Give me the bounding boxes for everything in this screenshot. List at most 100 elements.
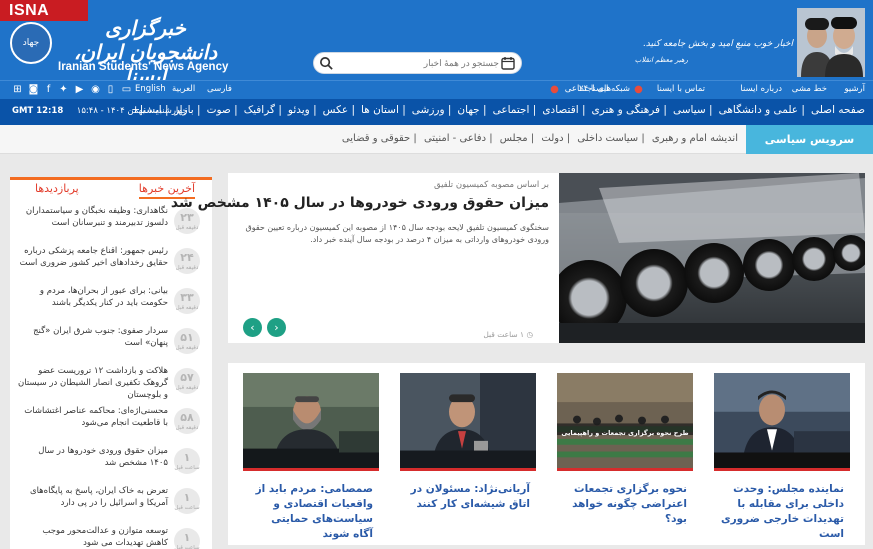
featured-news[interactable]: بر اساس مصوبه کمیسیون تلفیق میزان حقوق و… bbox=[171, 173, 865, 343]
calendar-icon[interactable] bbox=[501, 56, 515, 70]
search-box[interactable] bbox=[313, 52, 522, 74]
latest-news-item[interactable]: ۵۸ دقیقه قبل محسنی‌اژه‌ای: محاکمه عناصر اغ… bbox=[10, 403, 212, 443]
slider-prev-button[interactable]: ‹ bbox=[243, 318, 262, 337]
nav-economy[interactable]: اقتصادی bbox=[542, 104, 578, 116]
featured-lead: سخنگوی کمیسیون تلفیق لایحه بودجه سال ۱۴۰… bbox=[245, 223, 550, 244]
nav-provinces[interactable]: استان ها bbox=[361, 104, 399, 116]
rss-icon[interactable]: ⊞ bbox=[12, 84, 23, 95]
featured-kicker: بر اساس مصوبه کمیسیون تلفیق bbox=[434, 180, 549, 190]
sub-nav-items: اندیشه امام و رهبری | سیاست داخلی | دولت… bbox=[341, 133, 738, 144]
agency-name-en[interactable]: Iranian Students' News Agency bbox=[58, 61, 228, 73]
time-badge-unit: دقیقه قبل bbox=[175, 345, 199, 351]
tab-most-viewed[interactable]: پربازدیدها bbox=[35, 182, 79, 195]
lang-persian[interactable]: فارسی bbox=[207, 84, 232, 94]
date-time: GMT 12:18 چهارشنبه ۱ بهمن ۱۴۰۴ - ۱۵:۴۸ bbox=[12, 106, 188, 116]
agency-name-fa[interactable]: خبرگزاری دانشجویان ایران، ایسنا bbox=[58, 16, 233, 88]
latest-news-title[interactable]: محسنی‌اژه‌ای: محاکمه عناصر اغتشاشات با ق… bbox=[18, 405, 168, 429]
share-icon: ● bbox=[634, 84, 643, 95]
news-card-title[interactable]: نحوه برگزاری تجمعات اعتراضی چگونه خواهد … bbox=[557, 482, 693, 527]
time-badge-number: ۲۴ bbox=[180, 251, 194, 264]
subnav-domestic[interactable]: سیاست داخلی bbox=[577, 133, 638, 144]
site-header: ISNA جهاد خبرگزاری دانشجویان ایران، ایسن… bbox=[0, 0, 873, 88]
latest-news-item[interactable]: ۵۷ دقیقه قبل هلاکت و بازداشت ۱۲ تروریست عض… bbox=[10, 363, 212, 403]
news-card-title[interactable]: آریانی‌نژاد: مسئولان در اتاق شیشه‌ای کار… bbox=[400, 482, 536, 512]
twitter-icon[interactable]: ✦ bbox=[58, 84, 69, 95]
service-title[interactable]: سرویس سیاسی bbox=[746, 125, 873, 154]
facebook-icon[interactable]: f bbox=[43, 84, 54, 95]
subnav-government[interactable]: دولت bbox=[541, 133, 563, 144]
agency-emblem-icon[interactable]: جهاد bbox=[10, 22, 52, 64]
latest-news-title[interactable]: سردار صفوی: جنوب شرق ایران «گنج پنهان» ا… bbox=[18, 325, 168, 349]
latest-news-title[interactable]: تعرض به خاک ایران، پاسخ به پایگاه‌های آم… bbox=[18, 485, 168, 509]
latest-news-item[interactable]: ۵۱ دقیقه قبل سردار صفوی: جنوب شرق ایران «گ… bbox=[10, 323, 212, 363]
latest-news-title[interactable]: بیانی: برای عبور از بحران‌ها، مردم و حکو… bbox=[18, 285, 168, 309]
nav-graphic[interactable]: گرافیک bbox=[244, 104, 275, 116]
news-card-image[interactable] bbox=[243, 373, 379, 471]
news-card[interactable]: آریانی‌نژاد: مسئولان در اتاق شیشه‌ای کار… bbox=[400, 373, 536, 512]
nav-society[interactable]: اجتماعی bbox=[493, 104, 530, 116]
time-badge: ۲۴ دقیقه قبل bbox=[174, 248, 200, 274]
policy-link[interactable]: خط مشی bbox=[792, 84, 827, 94]
nav-culture[interactable]: فرهنگی و هنری bbox=[592, 104, 661, 116]
subnav-defense[interactable]: دفاعی - امنیتی bbox=[424, 133, 486, 144]
news-card-image[interactable] bbox=[557, 373, 693, 471]
time-badge-number: ۱ bbox=[183, 491, 191, 504]
gmt-time: GMT 12:18 bbox=[12, 106, 64, 116]
youtube-icon[interactable]: ▶ bbox=[74, 84, 85, 95]
news-card-image[interactable] bbox=[400, 373, 536, 471]
news-card-image-caption: طرح نحوه برگزاری تجمعات و راهپیمایی bbox=[561, 429, 689, 437]
time-badge: ۱ ساعت قبل bbox=[174, 488, 200, 514]
lang-arabic[interactable]: العربية bbox=[172, 84, 195, 94]
leader-portrait-image[interactable] bbox=[797, 8, 865, 77]
time-badge-number: ۱ bbox=[183, 451, 191, 464]
featured-headline[interactable]: میزان حقوق ورودی خودروها در سال ۱۴۰۵ مشخ… bbox=[171, 195, 549, 211]
nav-audio[interactable]: صوت bbox=[207, 104, 231, 116]
latest-news-item[interactable]: ۱ ساعت قبل میزان حقوق ورودی خودروها در سال… bbox=[10, 443, 212, 483]
contact-link[interactable]: تماس با ایسنا bbox=[657, 84, 705, 94]
time-badge: ۵۸ دقیقه قبل bbox=[174, 408, 200, 434]
latest-news-title[interactable]: نگاهداری: وظیفه نخبگان و سیاستمداران دلس… bbox=[18, 205, 168, 229]
latest-news-item[interactable]: ۱ ساعت قبل تعرض به خاک ایران، پاسخ به پایگ… bbox=[10, 483, 212, 523]
aparat-icon[interactable]: ◉ bbox=[90, 84, 101, 95]
about-link[interactable]: درباره ایسنا bbox=[740, 84, 782, 94]
latest-news-title[interactable]: رئیس جمهور: اقناع جامعه پزشکی درباره حقا… bbox=[18, 245, 168, 269]
latest-news-title[interactable]: هلاکت و بازداشت ۱۲ تروریست عضو گروهک تکف… bbox=[18, 365, 168, 401]
slider-next-button[interactable]: › bbox=[267, 318, 286, 337]
nav-politics[interactable]: سیاسی bbox=[673, 104, 706, 116]
isna24-link[interactable]: ایسنا ۲۴ bbox=[579, 84, 608, 94]
mobile-icon[interactable]: ▯ bbox=[105, 84, 116, 95]
quote-author: رهبر معظم انقلاب bbox=[634, 56, 688, 64]
nav-world[interactable]: جهان bbox=[457, 104, 479, 116]
news-card[interactable]: نحوه برگزاری تجمعات اعتراضی چگونه خواهد … bbox=[557, 373, 693, 527]
news-card[interactable]: صمصامی: مردم باید از واقعیات اقتصادی و س… bbox=[243, 373, 379, 542]
subnav-judicial[interactable]: حقوقی و قضایی bbox=[342, 133, 410, 144]
latest-news-item[interactable]: ۲۴ دقیقه قبل رئیس جمهور: اقناع جامعه پزشکی… bbox=[10, 243, 212, 283]
subnav-parliament[interactable]: مجلس bbox=[500, 133, 528, 144]
latest-news-title[interactable]: میزان حقوق ورودی خودروها در سال ۱۴۰۵ مشخ… bbox=[18, 445, 168, 469]
archive-link[interactable]: آرشیو bbox=[844, 84, 865, 94]
latest-news-sidebar: آخرین خبرها پربازدیدها ۲۳ دقیقه قبل نگاهدا… bbox=[10, 177, 212, 549]
isna24-icon: ● bbox=[550, 84, 559, 95]
nav-photo[interactable]: عکس bbox=[323, 104, 348, 116]
time-badge-unit: ساعت قبل bbox=[174, 545, 200, 549]
nav-home[interactable]: صفحه اصلی bbox=[811, 104, 865, 116]
search-input[interactable] bbox=[336, 55, 499, 71]
latest-news-item[interactable]: ۳۳ دقیقه قبل بیانی: برای عبور از بحران‌ها،… bbox=[10, 283, 212, 323]
top-link-bar: آرشیو خط مشی درباره ایسنا تماس با ایسنا … bbox=[0, 80, 873, 99]
time-badge-number: ۵۸ bbox=[180, 411, 194, 424]
nav-science[interactable]: علمی و دانشگاهی bbox=[719, 104, 798, 116]
latest-news-title[interactable]: توسعه متوازن و عدالت‌محور موجب کاهش تهدی… bbox=[18, 525, 168, 549]
latest-news-item[interactable]: ۱ ساعت قبل توسعه متوازن و عدالت‌محور موجب … bbox=[10, 523, 212, 549]
lang-english[interactable]: English bbox=[135, 84, 166, 94]
news-card-title[interactable]: نماینده مجلس: وحدت داخلی برای مقابله با … bbox=[714, 482, 850, 542]
desktop-icon[interactable]: ▭ bbox=[121, 84, 132, 95]
instagram-icon[interactable]: ◙ bbox=[28, 84, 39, 95]
news-card-image[interactable] bbox=[714, 373, 850, 471]
news-card[interactable]: نماینده مجلس: وحدت داخلی برای مقابله با … bbox=[714, 373, 850, 542]
subnav-imam[interactable]: اندیشه امام و رهبری bbox=[652, 133, 738, 144]
featured-image-cars[interactable] bbox=[559, 173, 865, 343]
search-icon[interactable] bbox=[319, 56, 334, 71]
nav-sports[interactable]: ورزشی bbox=[412, 104, 445, 116]
nav-video[interactable]: ویدئو bbox=[288, 104, 310, 116]
news-card-title[interactable]: صمصامی: مردم باید از واقعیات اقتصادی و س… bbox=[243, 482, 379, 542]
